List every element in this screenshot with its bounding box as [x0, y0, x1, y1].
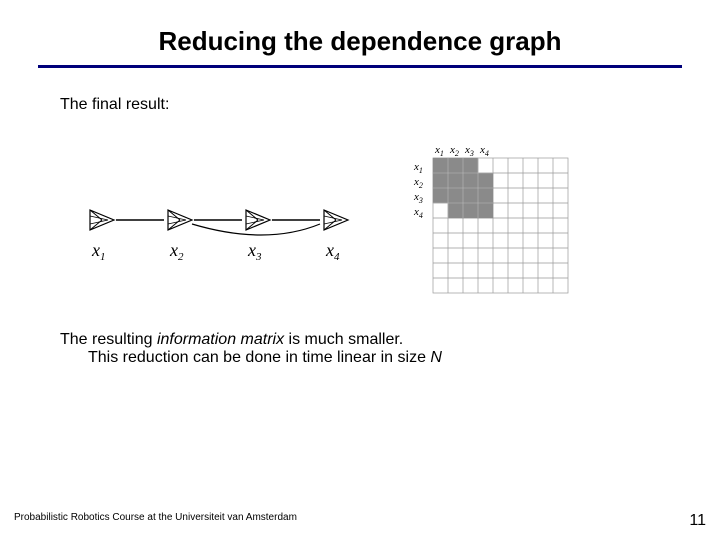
matrix-row-x4: x4 [413, 206, 423, 220]
conclusion-line1: The resulting information matrix is much… [60, 331, 660, 349]
footer-text: Probabilistic Robotics Course at the Uni… [14, 512, 297, 530]
matrix-col-x1: x1 [434, 144, 444, 158]
graph-label-x3: x3 [247, 240, 262, 263]
matrix-row-x1: x1 [413, 161, 423, 175]
page-number: 11 [689, 512, 706, 530]
figure-row: x1 x2 x3 x4 [60, 138, 660, 303]
matrix-row-x3: x3 [413, 191, 423, 205]
footer: Probabilistic Robotics Course at the Uni… [0, 512, 720, 530]
conclusion-line2: This reduction can be done in time linea… [60, 349, 660, 367]
intro-text: The final result: [60, 96, 660, 114]
dependence-graph: x1 x2 x3 x4 [78, 166, 368, 276]
graph-label-x1: x1 [91, 240, 106, 263]
slide-title: Reducing the dependence graph [0, 0, 720, 65]
graph-label-x4: x4 [325, 240, 340, 263]
matrix-col-x4: x4 [479, 144, 489, 158]
matrix-col-x3: x3 [464, 144, 474, 158]
conclusion-em: information matrix [157, 331, 284, 348]
conclusion-n: N [430, 349, 442, 366]
information-matrix: x1 x2 x3 x4 x1 x2 x3 x4 [408, 138, 574, 303]
slide-body: The final result: [0, 68, 720, 367]
graph-label-x2: x2 [169, 240, 184, 263]
conclusion: The resulting information matrix is much… [60, 331, 660, 367]
matrix-row-x2: x2 [413, 176, 423, 190]
matrix-col-x2: x2 [449, 144, 459, 158]
